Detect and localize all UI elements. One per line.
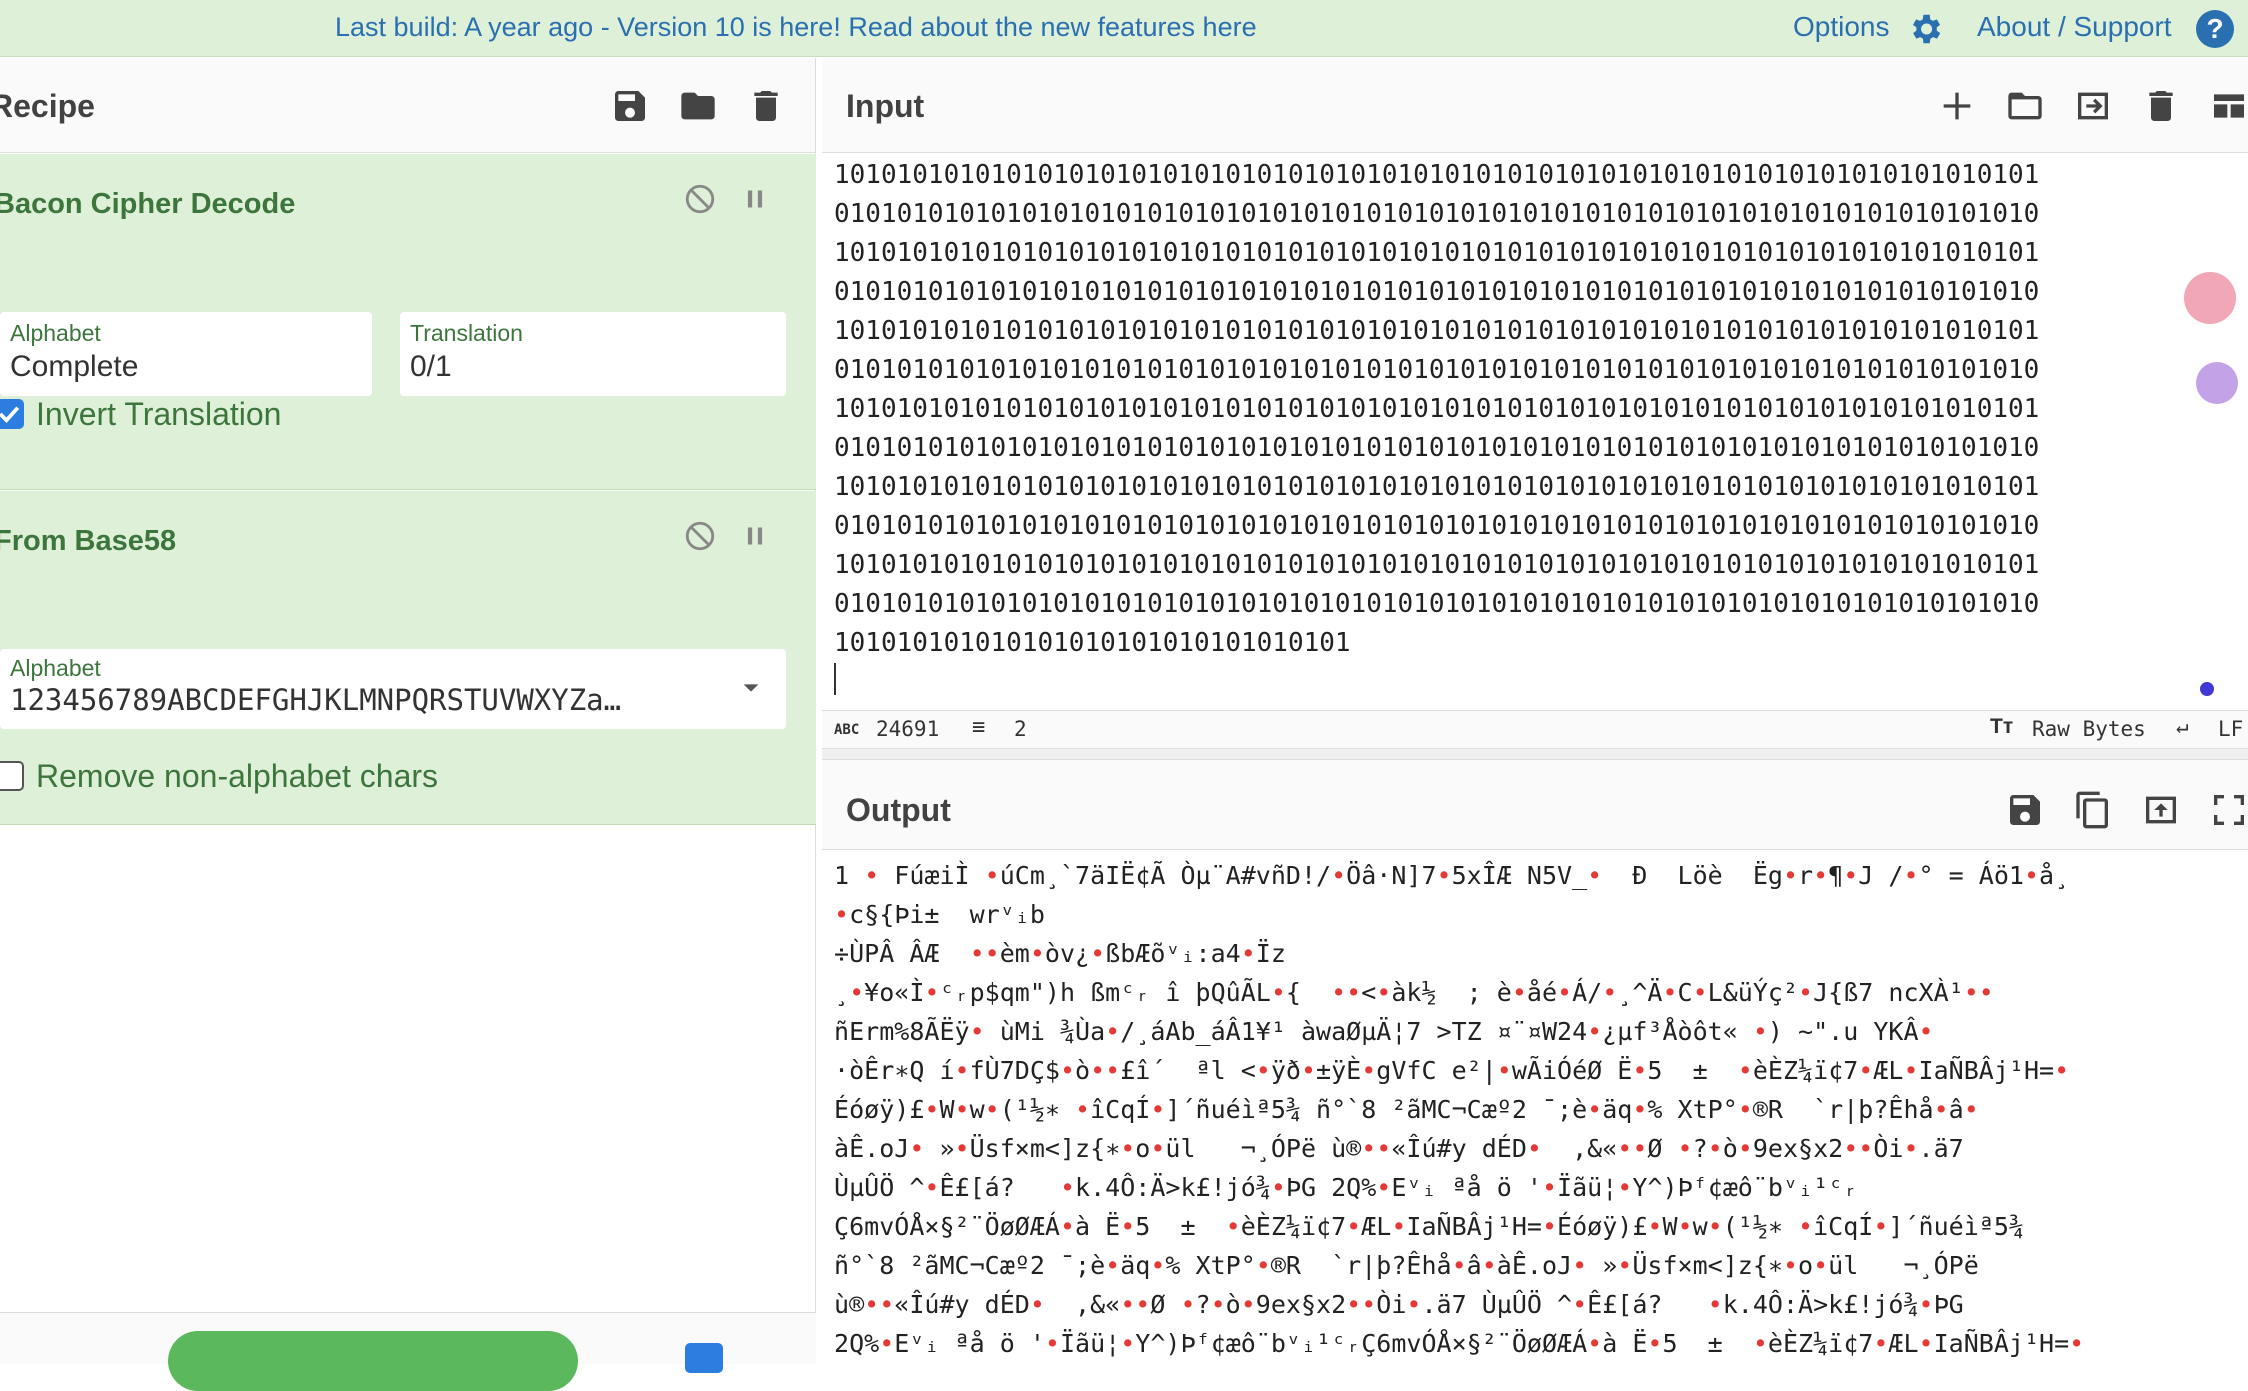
- open-folder-icon[interactable]: [2005, 86, 2045, 126]
- char-count: 24691: [876, 717, 940, 741]
- recipe-header: Recipe: [0, 58, 815, 153]
- pause-icon[interactable]: [738, 519, 772, 553]
- abc-icon: ABC: [834, 722, 860, 738]
- output-line: ñ°`8 ²ãMC¬Cæº2 ¯;è•äq•% XtP°•®R `r|þ?Êhå…: [834, 1251, 1979, 1280]
- options-link[interactable]: Options: [1793, 11, 1890, 43]
- alphabet-select[interactable]: Alphabet Complete: [0, 312, 372, 396]
- operation-title: Bacon Cipher Decode: [0, 188, 296, 220]
- invert-translation-checkbox[interactable]: [0, 399, 24, 429]
- brain-extension-icon[interactable]: [2196, 362, 2238, 404]
- invert-translation-label: Invert Translation: [36, 396, 282, 432]
- input-line: 0101010101010101010101010101010101010101…: [834, 511, 2040, 541]
- about-support-link[interactable]: About / Support: [1977, 11, 2172, 43]
- output-line: •c§{Þi± wrᵛᵢb: [834, 900, 1045, 929]
- save-recipe-icon[interactable]: [610, 86, 650, 126]
- input-line: 1010101010101010101010101010101010101010…: [834, 394, 2040, 424]
- input-status-bar: ABC 24691 ≡ 2 Tт Raw Bytes ↵ LF: [822, 710, 2248, 748]
- status-dot: [2200, 682, 2214, 696]
- input-line: 0101010101010101010101010101010101010101…: [834, 355, 2040, 385]
- pause-icon[interactable]: [738, 182, 772, 216]
- encoding-selector[interactable]: Raw Bytes: [2032, 717, 2146, 741]
- alphabet-label: Alphabet: [10, 655, 101, 681]
- output-line: Éóøÿ)£•W•w•(¹½∗ •îCqÍ•]´ñuéìª5¾ ñ°`8 ²ãM…: [834, 1095, 1979, 1124]
- output-text[interactable]: 1 • FúæiÌ •úCm¸`7äIË¢Ã Òµ¨A#vñD!/•Öâ·N]7…: [834, 856, 2234, 1363]
- input-line: 0101010101010101010101010101010101010101…: [834, 589, 2040, 619]
- copy-icon[interactable]: [2073, 790, 2113, 830]
- output-line: àÊ.oJ• »•Üsf×m<]z{∗•o•ül ¬¸ÓPë ù®••«Îú#y…: [834, 1134, 1964, 1163]
- alphabet-value: Complete: [10, 350, 139, 383]
- input-line: 1010101010101010101010101010101010101010…: [834, 238, 2040, 268]
- clear-input-icon[interactable]: [2141, 86, 2181, 126]
- pane-resize-handle[interactable]: [822, 748, 2248, 760]
- checkmark-icon: [0, 406, 20, 423]
- output-line: ¸•¥o«Ì•ᶜᵣp$qm")h ßmᶜᵣ î þQûÃL•{ ••<•àk½ …: [834, 978, 1994, 1007]
- output-line: ÷ÙPÂ ÂÆ ••èm•òv¿•ßbÆõᵛᵢ:a4•Ïz: [834, 939, 1286, 968]
- eol-selector[interactable]: LF: [2218, 717, 2243, 741]
- gear-icon[interactable]: [1906, 10, 1944, 48]
- output-header: Output: [822, 760, 2248, 850]
- operation-bacon-cipher-decode: Bacon Cipher Decode Alphabet Complete Tr…: [0, 154, 816, 490]
- input-line: 101010101010101010101010101010101: [834, 628, 1351, 658]
- input-line: 0101010101010101010101010101010101010101…: [834, 199, 2040, 229]
- input-line: 0101010101010101010101010101010101010101…: [834, 277, 2040, 307]
- translation-label: Translation: [410, 320, 523, 346]
- lines-icon: ≡: [972, 715, 986, 740]
- chevron-down-icon[interactable]: [740, 677, 762, 699]
- disable-icon[interactable]: [683, 519, 717, 553]
- save-output-icon[interactable]: [2005, 790, 2045, 830]
- top-banner: Last build: A year ago - Version 10 is h…: [0, 0, 2248, 57]
- trash-icon[interactable]: [746, 86, 786, 126]
- output-line: 1 • FúæiÌ •úCm¸`7äIË¢Ã Òµ¨A#vñD!/•Öâ·N]7…: [834, 861, 2070, 890]
- return-icon: ↵: [2176, 714, 2189, 738]
- banner-message-link[interactable]: Last build: A year ago - Version 10 is h…: [335, 12, 1257, 43]
- recipe-pane: Recipe Bacon Cipher Decode Alphabet Comp…: [0, 58, 816, 1391]
- input-pane: Input 101010101010101010101010101010101 0…: [822, 58, 2248, 748]
- translation-select[interactable]: Translation 0/1: [400, 312, 786, 396]
- replace-input-icon[interactable]: [2141, 790, 2181, 830]
- input-line: 1010101010101010101010101010101010101010…: [834, 550, 2040, 580]
- output-line: ·òÊr∗Q í•fÙ7DÇ$•ò••£î´ ªl <•ÿð•±ÿÈ•gVfC …: [834, 1056, 2070, 1085]
- input-line: 1010101010101010101010101010101010101010…: [834, 316, 2040, 346]
- input-line: 1010101010101010101010101010101010101010…: [834, 160, 2040, 190]
- remove-non-alphabet-checkbox[interactable]: [0, 761, 24, 791]
- output-line: Ç6mvÓÅ×§²¨ÖøØÆÁ•à Ë•5 ± •èÈZ¼ï¢7•ÆL•IaÑB…: [834, 1212, 2024, 1241]
- translate-extension-icon[interactable]: [2184, 272, 2236, 324]
- maximize-icon[interactable]: [2209, 790, 2248, 830]
- output-line: ù®••«Îú#y dÉD• ,&«••Ø •?•ò•9ex§x2••Òi•.ä…: [834, 1290, 1964, 1319]
- help-icon[interactable]: ?: [2196, 10, 2234, 48]
- auto-bake-checkbox[interactable]: [685, 1343, 723, 1373]
- operation-from-base58: From Base58 Alphabet 123456789ABCDEFGHJK…: [0, 491, 816, 825]
- base58-alphabet-select[interactable]: Alphabet 123456789ABCDEFGHJKLMNPQRSTUVWX…: [0, 649, 786, 729]
- operation-title: From Base58: [0, 525, 177, 557]
- input-line: 0101010101010101010101010101010101010101…: [834, 433, 2040, 463]
- output-line: ÙµÛÖ ^•Ê£[á? •k.4Ô:Ä>k£!jó¾•ÞG 2Q%•Eᵛᵢ ª…: [834, 1173, 1859, 1202]
- folder-icon[interactable]: [678, 86, 718, 126]
- layout-icon[interactable]: [2209, 86, 2248, 126]
- alphabet-value: 123456789ABCDEFGHJKLMNPQRSTUVWXYZa…: [10, 683, 622, 717]
- font-size-icon: Tт: [1990, 715, 2014, 738]
- add-tab-icon[interactable]: [1937, 86, 1977, 126]
- output-title: Output: [846, 792, 951, 828]
- alphabet-label: Alphabet: [10, 320, 101, 346]
- line-count: 2: [1014, 717, 1027, 741]
- input-header: Input: [822, 58, 2248, 153]
- bake-area: [0, 1312, 816, 1391]
- input-line: 1010101010101010101010101010101010101010…: [834, 472, 2040, 502]
- disable-icon[interactable]: [683, 182, 717, 216]
- output-line: 2Q%•Eᵛᵢ ªå ö '•Ïãü¦•Y^)Þᶠ¢æô¨bᵛᵢ¹ᶜᵣÇ6mvÓ…: [834, 1329, 2085, 1358]
- text-cursor: [834, 663, 836, 695]
- remove-non-alphabet-label: Remove non-alphabet chars: [36, 758, 439, 794]
- input-title: Input: [846, 88, 925, 124]
- bake-button[interactable]: [168, 1331, 578, 1391]
- translation-value: 0/1: [410, 350, 452, 383]
- import-file-icon[interactable]: [2073, 86, 2113, 126]
- input-textarea[interactable]: 101010101010101010101010101010101 0101010…: [834, 156, 2039, 695]
- output-line: ñErm%8ÃËÿ• ùMi ¾Ùa•/¸áAb_áÂ1¥¹ àwaØµÄ¦7 …: [834, 1017, 1934, 1046]
- output-pane: Output 1 • FúæiÌ •úCm¸`7äIË¢Ã Òµ¨A#vñD!/…: [822, 760, 2248, 1364]
- recipe-title: Recipe: [0, 88, 95, 124]
